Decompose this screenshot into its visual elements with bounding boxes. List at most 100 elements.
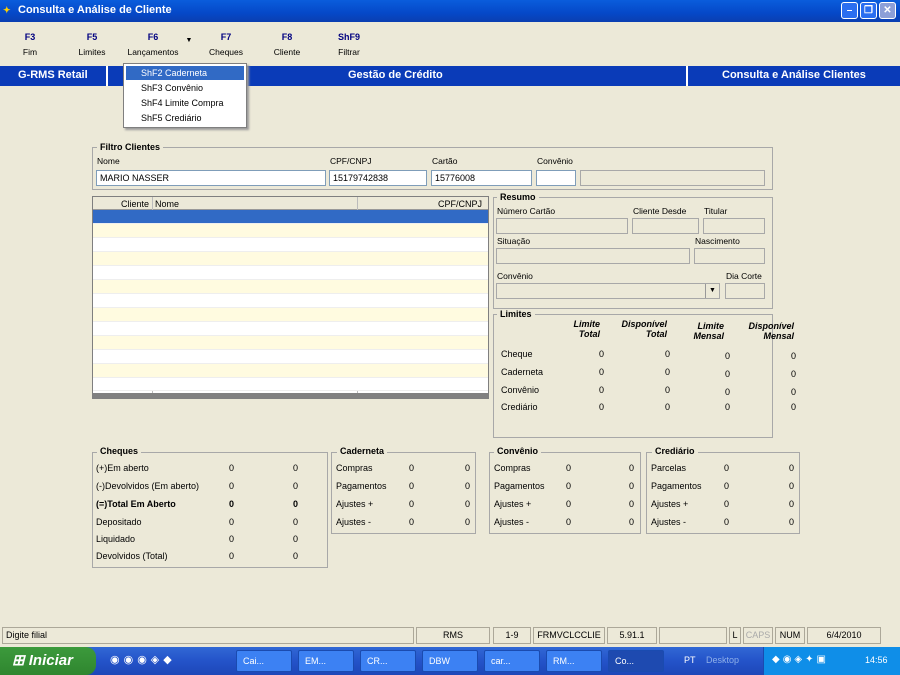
table-row[interactable] (93, 238, 488, 252)
disponivel-mensal-header: Disponível Mensal (748, 321, 794, 341)
task-cr[interactable]: CR... (360, 650, 416, 672)
limites-value: 0 (598, 349, 604, 359)
status-panel: FRMVCLCCLIE (533, 627, 605, 644)
clientes-table[interactable]: Cliente Nome CPF/CNPJ (92, 196, 489, 399)
convenio-input[interactable] (536, 170, 576, 186)
cheques-value: 0 (228, 463, 234, 473)
desktop-toolbar[interactable]: Desktop (706, 655, 739, 665)
nascimento-field (694, 248, 765, 264)
resumo-convenio-label: Convênio (497, 271, 533, 281)
banner-right: Consulta e Análise Clientes (722, 69, 866, 81)
cpf-input[interactable]: 15179742838 (329, 170, 427, 186)
limites-value: 0 (724, 387, 730, 397)
nome-label: Nome (97, 156, 120, 166)
table-row[interactable] (93, 308, 488, 322)
caderneta-row-label: Compras (336, 463, 373, 473)
cheques-value: 0 (228, 517, 234, 527)
col-nome[interactable]: Nome (155, 199, 179, 209)
table-row[interactable] (93, 322, 488, 336)
dia-corte-label: Dia Corte (726, 271, 762, 281)
title-bar[interactable]: ✦ Consulta e Análise de Cliente – ❐ ✕ (0, 0, 900, 22)
table-row[interactable] (93, 224, 488, 238)
close-button[interactable]: ✕ (879, 2, 896, 19)
numero-cartao-field (496, 218, 628, 234)
table-row[interactable] (93, 294, 488, 308)
table-row[interactable] (93, 378, 488, 391)
cheques-value: 0 (292, 481, 298, 491)
system-tray: ◆◉◈✦▣ 14:56 (763, 647, 900, 675)
crediario-value: 0 (788, 499, 794, 509)
cheques-value: 0 (228, 534, 234, 544)
status-panel: 5.91.1 (607, 627, 657, 644)
minimize-button[interactable]: – (841, 2, 858, 19)
crediario-value: 0 (788, 463, 794, 473)
cartao-input[interactable]: 15776008 (431, 170, 532, 186)
table-row[interactable] (93, 280, 488, 294)
limite-total-header: Limite Total (573, 319, 600, 339)
task-dbw[interactable]: DBW (422, 650, 478, 672)
cheques-row-label: Liquidado (96, 534, 136, 544)
crediario-value: 0 (723, 463, 729, 473)
limites-title: Limites (497, 309, 535, 319)
quick-launch-icons[interactable]: ◉◉◉◈◆ (110, 653, 220, 669)
limites-value: 0 (790, 369, 796, 379)
menu-item-caderneta[interactable]: ShF2 Caderneta (126, 66, 244, 80)
task-cai[interactable]: Cai... (236, 650, 292, 672)
table-row[interactable] (93, 336, 488, 350)
menu-item-crediario[interactable]: ShF5 Crediário (126, 111, 244, 125)
caderneta-row-label: Ajustes - (336, 517, 372, 527)
dropdown-arrow-icon[interactable]: ▼ (705, 284, 719, 298)
limites-value: 0 (598, 367, 604, 377)
limites-button[interactable]: F5 Limites (72, 22, 112, 64)
col-cpf[interactable]: CPF/CNPJ (438, 199, 482, 209)
crediario-value: 0 (723, 517, 729, 527)
convenio-label: Convênio (537, 156, 573, 166)
resumo-convenio-select[interactable]: ▼ (496, 283, 720, 299)
task-car[interactable]: car... (484, 650, 540, 672)
task-em[interactable]: EM... (298, 650, 354, 672)
titular-field (703, 218, 765, 234)
start-button[interactable]: ⊞ Iniciar (0, 647, 96, 675)
restore-button[interactable]: ❐ (860, 2, 877, 19)
crediario-row-label: Pagamentos (651, 481, 702, 491)
menu-item-convenio[interactable]: ShF3 Convênio (126, 81, 244, 95)
filtrar-button[interactable]: ShF9 Filtrar (328, 22, 370, 64)
col-cliente[interactable]: Cliente (121, 199, 149, 209)
cheques-row-label: Devolvidos (Total) (96, 551, 168, 561)
limites-value: 0 (790, 402, 796, 412)
menu-item-limite-compra[interactable]: ShF4 Limite Compra (126, 96, 244, 110)
nascimento-label: Nascimento (695, 236, 740, 246)
convenio-value: 0 (628, 517, 634, 527)
dropdown-arrow-icon[interactable]: ▼ (184, 24, 194, 58)
table-row[interactable] (93, 364, 488, 378)
status-date: 6/4/2010 (807, 627, 881, 644)
cheques-value: 0 (292, 551, 298, 561)
lancamentos-button[interactable]: F6 Lançamentos (122, 22, 184, 64)
cheques-value: 0 (292, 517, 298, 527)
windows-flag-icon: ⊞ (12, 652, 29, 669)
caderneta-value: 0 (464, 463, 470, 473)
tray-icons[interactable]: ◆◉◈✦▣ (772, 654, 829, 665)
table-row[interactable] (93, 210, 488, 224)
table-row[interactable] (93, 252, 488, 266)
task-co[interactable]: Co... (608, 650, 664, 672)
situacao-label: Situação (497, 236, 531, 246)
table-row[interactable] (93, 266, 488, 280)
convenio-row-label: Ajustes - (494, 517, 530, 527)
table-row[interactable] (93, 350, 488, 364)
cheques-value: 0 (228, 551, 234, 561)
horizontal-scrollbar[interactable] (93, 393, 488, 398)
language-indicator[interactable]: PT (684, 655, 696, 665)
cpf-label: CPF/CNPJ (330, 156, 372, 166)
cheques-button[interactable]: F7 Cheques (205, 22, 247, 64)
nome-input[interactable]: MARIO NASSER (96, 170, 326, 186)
caderneta-value: 0 (408, 517, 414, 527)
caderneta-value: 0 (464, 517, 470, 527)
cliente-button[interactable]: F8 Cliente (268, 22, 306, 64)
num-indicator: NUM (775, 627, 805, 644)
fim-button[interactable]: F3 Fim (12, 22, 48, 64)
cheques-row-label: (-)Devolvidos (Em aberto) (96, 481, 200, 491)
cheques-value: 0 (228, 481, 234, 491)
task-rm[interactable]: RM... (546, 650, 602, 672)
convenio-value: 0 (565, 463, 571, 473)
